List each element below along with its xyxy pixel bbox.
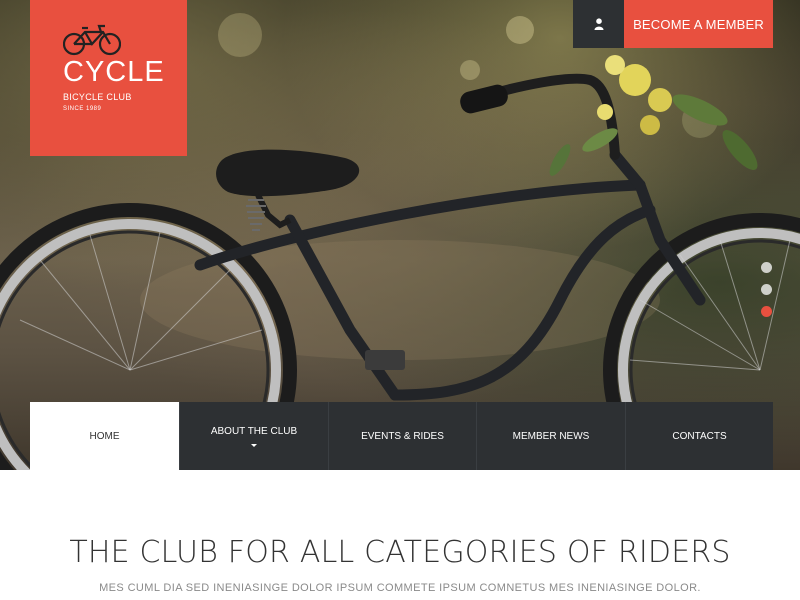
slider-dot-1[interactable] — [761, 262, 772, 273]
nav-item-events-rides[interactable]: EVENTS & RIDES — [328, 402, 476, 470]
nav-item-contacts[interactable]: CONTACTS — [625, 402, 773, 470]
nav-item-label: ABOUT THE CLUB — [210, 425, 298, 437]
nav-item-label: MEMBER NEWS — [512, 430, 590, 442]
slider-dot-2[interactable] — [761, 284, 772, 295]
nav-item-label: EVENTS & RIDES — [361, 430, 444, 442]
bicycle-icon — [63, 24, 121, 56]
become-member-button[interactable]: BECOME A MEMBER — [624, 0, 773, 48]
nav-item-label: HOME — [89, 430, 120, 442]
logo-subtitle: BICYCLE CLUB — [63, 92, 132, 102]
nav-item-label: CONTACTS — [672, 430, 727, 442]
page-subheadline: MES CUML DIA SED INENIASINGE DOLOR IPSUM… — [99, 582, 701, 594]
user-login-button[interactable] — [573, 0, 624, 48]
brand-logo[interactable]: CYCLE BICYCLE CLUB SINCE 1989 — [30, 0, 187, 156]
main-navigation: HOME ABOUT THE CLUB EVENTS & RIDES MEMBE… — [30, 402, 773, 470]
chevron-down-icon — [251, 443, 257, 447]
nav-item-home[interactable]: HOME — [30, 402, 179, 470]
nav-item-member-news[interactable]: MEMBER NEWS — [476, 402, 625, 470]
user-icon — [594, 18, 603, 30]
logo-since: SINCE 1989 — [63, 106, 102, 112]
slider-dot-3-active[interactable] — [761, 306, 772, 317]
nav-item-about-the-club[interactable]: ABOUT THE CLUB — [179, 402, 328, 470]
hero-banner: CYCLE BICYCLE CLUB SINCE 1989 BECOME A M… — [0, 0, 800, 470]
page-headline: THE CLUB FOR ALL CATEGORIES OF RIDERS — [69, 535, 731, 570]
logo-title: CYCLE — [63, 56, 165, 88]
